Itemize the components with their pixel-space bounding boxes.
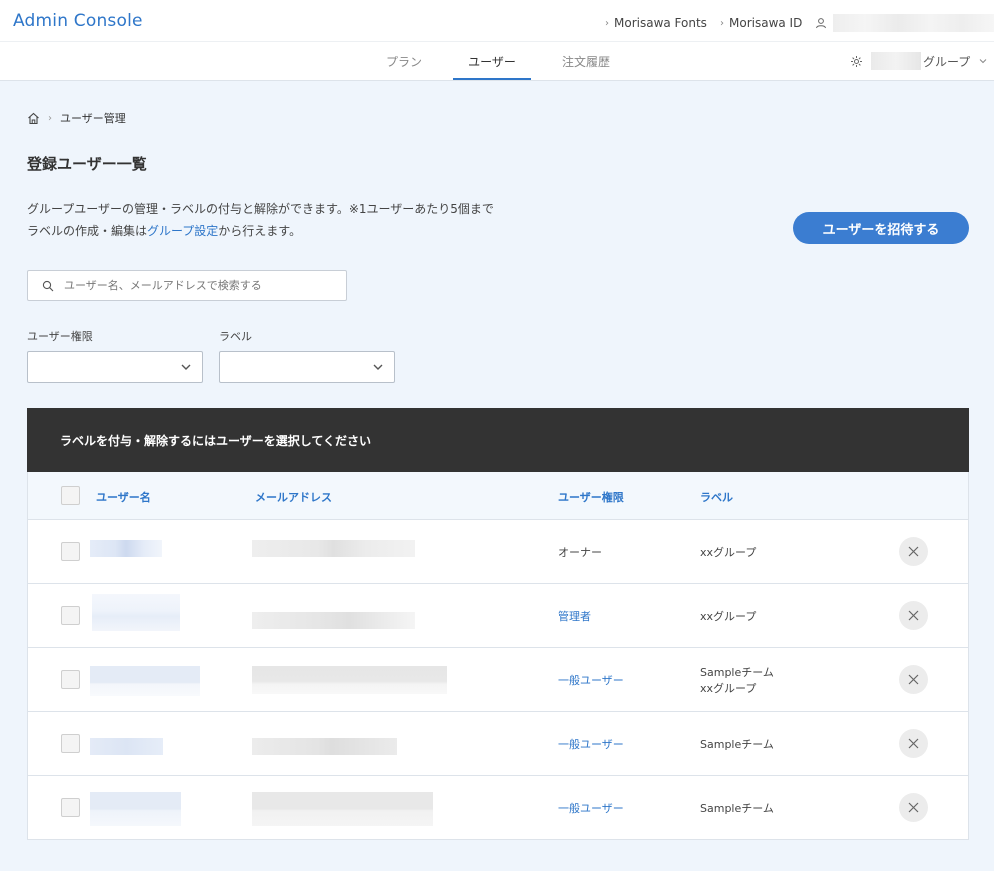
column-header-role[interactable]: ユーザー権限 <box>558 489 624 505</box>
row-checkbox[interactable] <box>61 670 80 689</box>
morisawa-fonts-link[interactable]: › Morisawa Fonts <box>605 16 707 30</box>
chevron-right-icon: › <box>720 17 724 29</box>
select-all-checkbox[interactable] <box>61 486 80 505</box>
user-label: Sampleチーム <box>700 738 774 751</box>
row-checkbox[interactable] <box>61 798 80 817</box>
group-switcher[interactable]: グループ <box>850 52 988 70</box>
row-checkbox[interactable] <box>61 606 80 625</box>
remove-user-button[interactable] <box>899 729 928 758</box>
username-redacted <box>92 594 180 631</box>
page-description: グループユーザーの管理・ラベルの付与と解除ができます。※1ユーザーあたり5個まで… <box>27 198 494 242</box>
user-name-redacted <box>833 14 994 32</box>
tab-plan[interactable]: プラン <box>373 42 435 81</box>
desc-line-1: グループユーザーの管理・ラベルの付与と解除ができます。※1ユーザーあたり5個まで <box>27 202 494 216</box>
close-icon <box>908 610 919 621</box>
username-redacted <box>90 792 181 826</box>
user-label: xxグループ <box>700 610 757 623</box>
row-checkbox[interactable] <box>61 734 80 753</box>
email-redacted <box>252 666 447 694</box>
selection-banner: ラベルを付与・解除するにはユーザーを選択してください <box>27 408 969 472</box>
email-redacted <box>252 540 415 557</box>
user-role-link[interactable]: 一般ユーザー <box>558 736 624 752</box>
remove-user-button[interactable] <box>899 665 928 694</box>
close-icon <box>908 802 919 813</box>
tab-order-history[interactable]: 注文履歴 <box>552 42 620 81</box>
remove-user-button[interactable] <box>899 537 928 566</box>
user-label: Sampleチーム <box>700 802 774 815</box>
chevron-right-icon: › <box>48 112 52 124</box>
chevron-down-icon <box>373 364 383 370</box>
chevron-right-icon: › <box>605 17 609 29</box>
table-row: 一般ユーザー Sampleチーム <box>28 776 968 840</box>
role-filter-label: ユーザー権限 <box>27 330 93 343</box>
chevron-down-icon <box>181 364 191 370</box>
user-role-link[interactable]: 一般ユーザー <box>558 672 624 688</box>
user-role-link[interactable]: 管理者 <box>558 608 591 624</box>
user-role-link[interactable]: 一般ユーザー <box>558 800 624 816</box>
user-label: xxグループ <box>700 682 757 695</box>
morisawa-fonts-label: Morisawa Fonts <box>614 16 707 30</box>
close-icon <box>908 738 919 749</box>
remove-user-button[interactable] <box>899 793 928 822</box>
app-header: Admin Console › Morisawa Fonts › Morisaw… <box>0 0 994 81</box>
username-redacted <box>90 666 200 696</box>
remove-user-button[interactable] <box>899 601 928 630</box>
table-row: オーナー xxグループ <box>28 520 968 584</box>
users-table: ユーザー名 メールアドレス ユーザー権限 ラベル オーナー xxグループ 管理者… <box>27 472 969 840</box>
header-top-bar: Admin Console › Morisawa Fonts › Morisaw… <box>0 0 994 42</box>
group-settings-link[interactable]: グループ設定 <box>147 224 218 238</box>
table-row: 一般ユーザー Sampleチーム <box>28 712 968 776</box>
user-icon <box>816 18 826 29</box>
email-redacted <box>252 738 397 755</box>
morisawa-id-label: Morisawa ID <box>729 16 803 30</box>
main-tabs: プラン ユーザー 注文履歴 <box>0 42 994 81</box>
morisawa-id-link[interactable]: › Morisawa ID <box>720 16 802 30</box>
user-label: Sampleチーム <box>700 666 774 679</box>
desc-line-2-suffix: から行えます。 <box>218 224 302 238</box>
email-redacted <box>252 792 433 826</box>
close-icon <box>908 674 919 685</box>
row-checkbox[interactable] <box>61 542 80 561</box>
group-name-redacted <box>871 52 921 70</box>
table-header: ユーザー名 メールアドレス ユーザー権限 ラベル <box>28 472 968 520</box>
tab-users[interactable]: ユーザー <box>453 42 531 81</box>
search-box[interactable] <box>27 270 347 301</box>
label-filter-select[interactable] <box>219 351 395 383</box>
user-menu[interactable] <box>815 14 994 32</box>
role-filter-select[interactable] <box>27 351 203 383</box>
home-icon[interactable] <box>27 112 40 125</box>
table-row: 管理者 xxグループ <box>28 584 968 648</box>
user-role: オーナー <box>558 546 602 559</box>
breadcrumb-current: ユーザー管理 <box>60 112 126 125</box>
label-filter-label: ラベル <box>219 330 252 343</box>
group-suffix: グループ <box>923 54 971 69</box>
table-row: 一般ユーザー Sampleチーム xxグループ <box>28 648 968 712</box>
email-redacted <box>252 612 415 629</box>
invite-user-button[interactable]: ユーザーを招待する <box>793 212 969 244</box>
desc-line-2-prefix: ラベルの作成・編集は <box>27 224 148 238</box>
username-redacted <box>90 540 162 557</box>
gear-icon <box>851 55 862 67</box>
user-label: xxグループ <box>700 546 757 559</box>
close-icon <box>908 546 919 557</box>
page-title: 登録ユーザー一覧 <box>27 155 147 173</box>
column-header-email[interactable]: メールアドレス <box>255 489 332 505</box>
search-icon <box>42 280 54 291</box>
username-redacted <box>90 738 163 755</box>
column-header-label[interactable]: ラベル <box>700 489 733 505</box>
breadcrumb: › ユーザー管理 <box>27 110 126 126</box>
search-input[interactable] <box>64 279 334 292</box>
desc-line-2: ラベルの作成・編集はグループ設定から行えます。 <box>27 220 494 242</box>
column-header-username[interactable]: ユーザー名 <box>96 489 151 505</box>
app-title[interactable]: Admin Console <box>13 11 143 31</box>
chevron-down-icon <box>979 59 987 64</box>
